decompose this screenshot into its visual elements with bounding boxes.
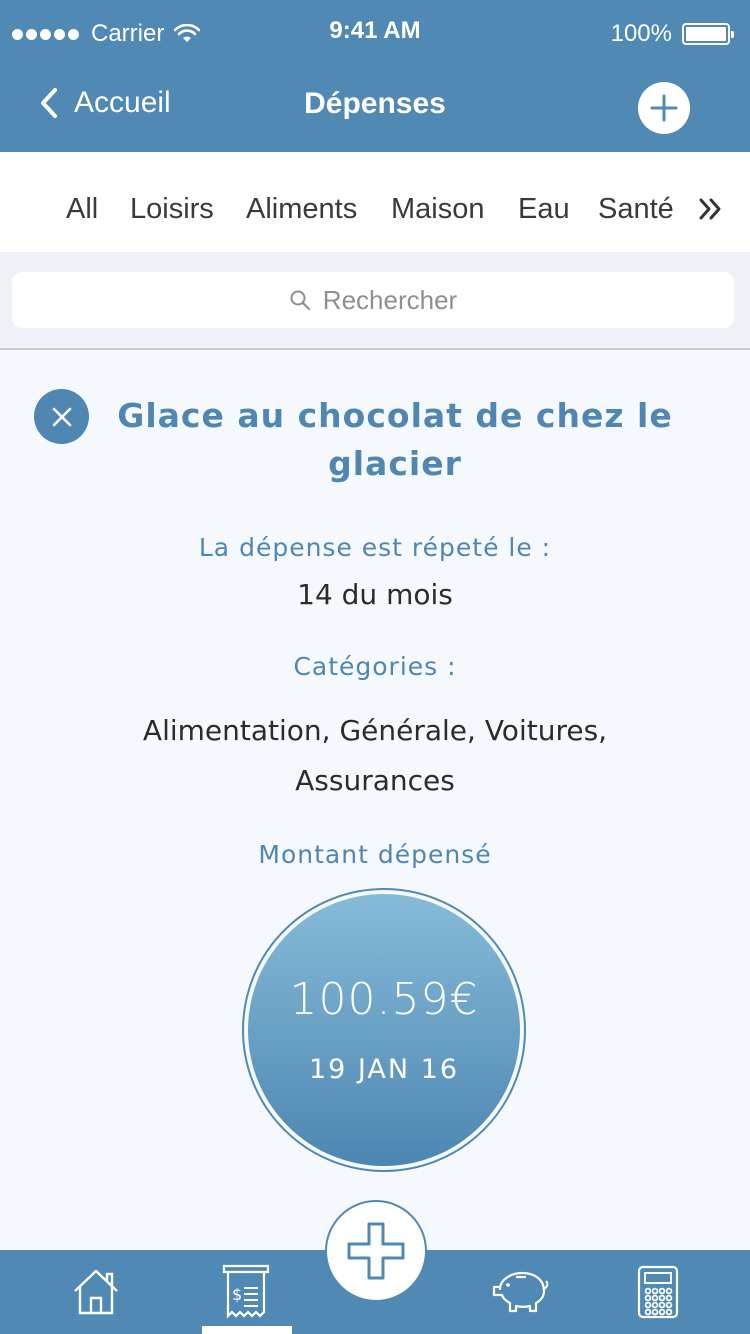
- battery-status: 100%: [610, 20, 734, 48]
- add-expense-button[interactable]: [638, 82, 690, 134]
- tab-expenses[interactable]: $: [218, 1264, 274, 1320]
- categories-value: Alimentation, Générale, Voitures, Assura…: [142, 714, 608, 797]
- battery-percent: 100%: [610, 20, 672, 47]
- active-tab-indicator: [202, 1326, 292, 1334]
- search-placeholder: Rechercher: [322, 284, 458, 315]
- repeat-value: 14 du mois: [297, 578, 453, 611]
- amount-circle: 100.59€ 19 JAN 16: [242, 888, 526, 1172]
- close-button[interactable]: [34, 389, 89, 444]
- tab-sante[interactable]: Santé: [598, 192, 674, 226]
- svg-text:$: $: [232, 1285, 242, 1304]
- amount-value: 100.59€: [289, 974, 479, 1025]
- navigation-bar: Accueil Dépenses: [0, 66, 750, 152]
- tab-calculator[interactable]: [630, 1264, 686, 1320]
- amount-badge: 100.59€ 19 JAN 16: [248, 894, 520, 1166]
- tab-loisirs[interactable]: Loisirs: [130, 192, 214, 226]
- chevrons-right-icon[interactable]: [698, 196, 724, 222]
- battery-icon: [682, 23, 734, 45]
- tab-home[interactable]: [68, 1264, 124, 1320]
- tab-savings[interactable]: [490, 1264, 552, 1320]
- amount-date: 19 JAN 16: [308, 1054, 460, 1085]
- search-area: Rechercher: [0, 252, 750, 350]
- calculator-icon: [637, 1265, 679, 1319]
- add-icon: [347, 1222, 405, 1280]
- repeat-label: La dépense est répeté le :: [198, 533, 552, 562]
- close-icon: [52, 407, 71, 426]
- expense-title: Glace au chocolat de chez le glacier: [117, 396, 673, 483]
- tab-eau[interactable]: Eau: [518, 192, 570, 226]
- tab-all[interactable]: All: [66, 192, 98, 226]
- plus-icon: [650, 94, 678, 122]
- category-tabs: All Loisirs Aliments Maison Eau Santé: [0, 152, 750, 252]
- center-add-button[interactable]: [325, 1200, 427, 1302]
- status-bar: Carrier 9:41 AM 100%: [0, 0, 750, 66]
- receipt-icon: $: [222, 1264, 270, 1319]
- piggy-bank-icon: [492, 1271, 549, 1313]
- header: Carrier 9:41 AM 100% Accueil Dépenses: [0, 0, 750, 152]
- tab-aliments[interactable]: Aliments: [246, 192, 357, 226]
- categories-label: Catégories :: [293, 652, 457, 681]
- home-icon: [74, 1269, 118, 1315]
- amount-label: Montant dépensé: [258, 840, 492, 869]
- search-input[interactable]: Rechercher: [12, 272, 734, 328]
- search-icon: [290, 290, 310, 311]
- tab-maison[interactable]: Maison: [391, 192, 485, 226]
